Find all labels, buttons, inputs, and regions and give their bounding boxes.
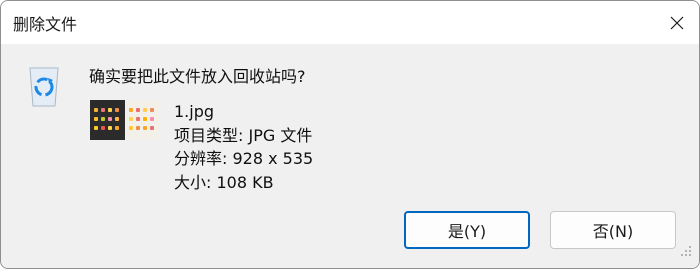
recycle-bin-icon (29, 67, 59, 107)
no-button[interactable]: 否(N) (550, 211, 676, 249)
delete-file-dialog: 删除文件 确实要把此文件放入回收站吗? 1.jpg 项目类型: JPG 文件 分… (0, 0, 700, 269)
resize-grip-icon[interactable] (677, 243, 693, 259)
button-bar: 是(Y) 否(N) (1, 201, 699, 268)
file-resolution: 分辨率: 928 x 535 (174, 149, 314, 168)
dialog-title: 删除文件 (13, 15, 78, 34)
file-name: 1.jpg (174, 102, 215, 121)
close-icon (670, 16, 683, 29)
title-bar: 删除文件 (1, 1, 699, 44)
close-button[interactable] (654, 1, 699, 44)
file-info: 1.jpg 项目类型: JPG 文件 分辨率: 928 x 535 大小: 10… (174, 100, 313, 194)
file-thumbnail (90, 100, 160, 140)
file-type: 项目类型: JPG 文件 (174, 125, 313, 145)
yes-button[interactable]: 是(Y) (404, 211, 530, 249)
file-size: 大小: 108 KB (174, 172, 274, 192)
dialog-content: 确实要把此文件放入回收站吗? 1.jpg 项目类型: JPG 文件 分辨率: 9… (1, 44, 699, 201)
confirm-question: 确实要把此文件放入回收站吗? (89, 67, 306, 86)
